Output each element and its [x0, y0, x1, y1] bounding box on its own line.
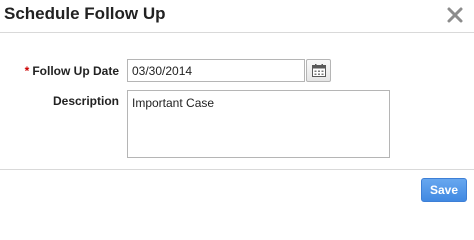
close-icon[interactable] — [446, 6, 464, 24]
calendar-icon — [312, 64, 326, 77]
dialog-body: *Follow Up Date Description Important Ca… — [0, 33, 474, 169]
follow-up-date-input[interactable] — [127, 59, 305, 82]
dialog-header: Schedule Follow Up — [0, 0, 474, 33]
description-label: Description — [52, 94, 119, 108]
follow-up-date-label: * Follow Up Date — [25, 64, 119, 78]
follow-up-date-label-text: Follow Up Date — [32, 64, 119, 78]
save-button[interactable]: Save — [421, 178, 467, 202]
calendar-button[interactable] — [306, 59, 331, 82]
description-textarea[interactable]: Important Case — [127, 90, 390, 158]
schedule-follow-up-dialog: Schedule Follow Up * Follow Up Date 03/3… — [0, 0, 474, 204]
dialog-footer: Save — [0, 169, 474, 205]
required-marker: * — [24, 64, 30, 78]
dialog-title: Schedule Follow Up — [4, 4, 166, 23]
